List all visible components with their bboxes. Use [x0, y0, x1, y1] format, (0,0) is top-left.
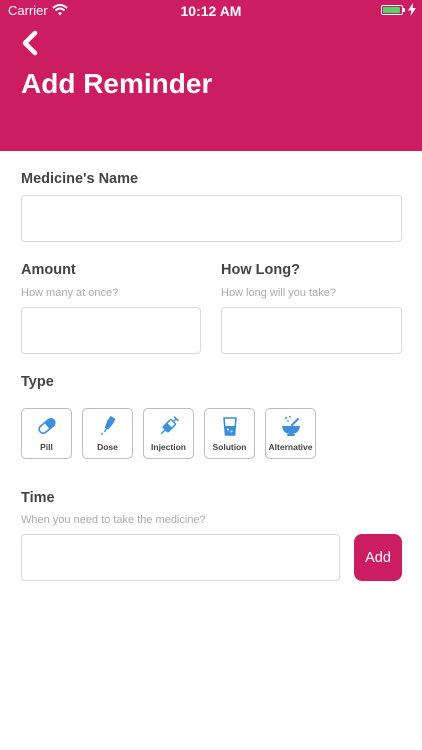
header-bar: Carrier 10:12 AM Add Reminder [0, 0, 422, 151]
amount-label: Amount [21, 262, 76, 278]
amount-input[interactable] [21, 307, 201, 354]
charging-bolt-icon [408, 3, 416, 16]
medicine-name-input[interactable] [21, 195, 402, 242]
syringe-icon [160, 416, 179, 435]
mortar-icon [281, 415, 300, 436]
back-button[interactable] [14, 26, 48, 60]
type-label: Type [21, 374, 54, 390]
type-label-injection: Injection [151, 442, 186, 452]
type-label-alternative: Alternative [268, 442, 313, 452]
status-time: 10:12 AM [180, 3, 242, 19]
medicine-name-label: Medicine's Name [21, 171, 139, 187]
glass-icon [222, 417, 237, 436]
pill-icon [37, 417, 56, 435]
type-option-solution[interactable]: Solution [204, 408, 255, 459]
add-button[interactable]: Add [354, 534, 402, 581]
chevron-left-icon [22, 30, 38, 56]
battery-icon [381, 5, 405, 15]
how-long-hint: How long will you take? [221, 287, 336, 299]
status-bar: Carrier 10:12 AM [0, 0, 422, 22]
dropper-icon [100, 416, 115, 436]
time-label: Time [21, 490, 55, 506]
time-hint: When you need to take the medicine? [21, 514, 206, 526]
type-option-pill[interactable]: Pill [21, 408, 72, 459]
how-long-input[interactable] [221, 307, 402, 354]
type-label-solution: Solution [212, 442, 247, 452]
type-label-pill: Pill [40, 442, 53, 452]
page-title: Add Reminder [21, 68, 213, 99]
type-label-dose: Dose [97, 442, 118, 452]
type-option-injection[interactable]: Injection [143, 408, 194, 459]
time-input[interactable] [21, 534, 340, 581]
how-long-label: How Long? [221, 262, 300, 278]
type-option-alternative[interactable]: Alternative [265, 408, 316, 459]
amount-hint: How many at once? [21, 287, 119, 299]
type-option-dose[interactable]: Dose [82, 408, 133, 459]
